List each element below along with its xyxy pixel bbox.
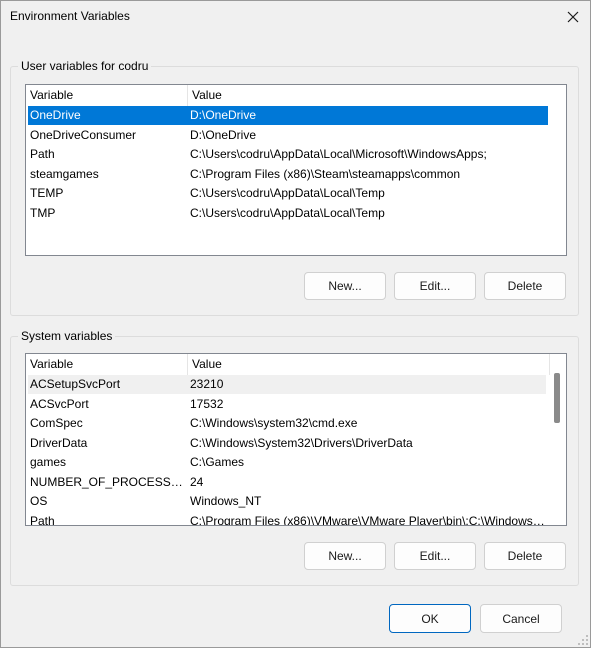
window-title: Environment Variables: [10, 9, 130, 23]
system-variables-label: System variables: [18, 329, 116, 343]
variable-value-cell: C:\Users\codru\AppData\Local\Microsoft\W…: [190, 147, 487, 161]
variable-row[interactable]: TMP C:\Users\codru\AppData\Local\Temp: [28, 204, 548, 223]
system-list-scrollbar[interactable]: [550, 354, 566, 525]
variable-name-cell: OneDriveConsumer: [30, 127, 137, 142]
variable-name-cell: ACSetupSvcPort: [30, 377, 121, 391]
variable-name-cell: OS: [30, 494, 48, 508]
scrollbar-thumb[interactable]: [554, 373, 560, 423]
variable-name-cell: OneDrive: [30, 108, 81, 122]
variable-value-cell: 23210: [190, 377, 224, 391]
variable-value-cell: C:\Games: [190, 455, 245, 469]
user-variables-list[interactable]: Variable Value OneDrive D:\OneDrive OneDri…: [25, 84, 567, 256]
variable-row[interactable]: TEMP C:\Users\codru\AppData\Local\Temp: [28, 184, 548, 203]
variable-value-cell: D:\OneDrive: [190, 108, 257, 122]
variable-name-cell: NUMBER_OF_PROCESSORS: [30, 474, 188, 489]
variable-row[interactable]: OneDrive D:\OneDrive: [28, 106, 548, 125]
variable-row[interactable]: ACSetupSvcPort 23210: [28, 375, 546, 394]
user-edit-button[interactable]: Edit...: [394, 272, 476, 300]
variable-row[interactable]: steamgames C:\Program Files (x86)\Steam\s…: [28, 165, 548, 184]
column-header-value[interactable]: Value: [188, 85, 566, 106]
system-list-header: Variable Value: [26, 354, 550, 375]
system-edit-button[interactable]: Edit...: [394, 542, 476, 570]
title-bar[interactable]: Environment Variables: [1, 1, 590, 33]
variable-value-cell: 17532: [190, 396, 224, 411]
cancel-button[interactable]: Cancel: [480, 604, 562, 633]
close-icon: [567, 11, 579, 23]
variable-name-cell: steamgames: [30, 166, 99, 181]
variable-row[interactable]: Path C:\Users\codru\AppData\Local\Microso…: [28, 145, 548, 164]
variable-value-cell: D:\OneDrive: [190, 127, 257, 142]
column-header-variable[interactable]: Variable: [26, 85, 188, 106]
variable-value-cell: C:\Program Files (x86)\VMware\VMware Pla…: [190, 513, 546, 526]
system-variables-list[interactable]: Variable Value ACSetupSvcPort 23210 ACSvcP…: [25, 353, 567, 526]
user-variables-label: User variables for codru: [18, 59, 152, 73]
ok-button[interactable]: OK: [389, 604, 471, 633]
variable-value-cell: C:\Program Files (x86)\Steam\steamapps\c…: [190, 166, 461, 181]
variable-value-cell: C:\Users\codru\AppData\Local\Temp: [190, 186, 385, 200]
variable-name-cell: TMP: [30, 205, 56, 220]
variable-name-cell: TEMP: [30, 186, 64, 200]
variable-value-cell: Windows_NT: [190, 494, 262, 508]
column-header-value[interactable]: Value: [188, 354, 550, 375]
variable-row[interactable]: ComSpec C:\Windows\system32\cmd.exe: [28, 414, 546, 433]
variable-name-cell: Path: [30, 513, 55, 526]
column-header-variable[interactable]: Variable: [26, 354, 188, 375]
variable-name-cell: ComSpec: [30, 416, 83, 430]
variable-value-cell: C:\Windows\system32\cmd.exe: [190, 416, 358, 430]
user-list-header: Variable Value: [26, 85, 566, 106]
variable-name-cell: games: [30, 455, 67, 469]
close-button[interactable]: [556, 1, 590, 33]
variable-name-cell: Path: [30, 147, 55, 161]
variable-row[interactable]: NUMBER_OF_PROCESSORS 24: [28, 473, 546, 492]
variable-value-cell: C:\Users\codru\AppData\Local\Temp: [190, 205, 385, 220]
variable-value-cell: C:\Windows\System32\Drivers\DriverData: [190, 435, 413, 450]
variable-row[interactable]: OneDriveConsumer D:\OneDrive: [28, 126, 548, 145]
variable-row[interactable]: OS Windows_NT: [28, 492, 546, 511]
variable-row[interactable]: games C:\Games: [28, 453, 546, 472]
variable-name-cell: ACSvcPort: [30, 396, 89, 411]
variable-name-cell: DriverData: [30, 435, 88, 450]
variable-row[interactable]: ACSvcPort 17532: [28, 395, 546, 414]
environment-variables-dialog: Environment Variables User variables for…: [0, 0, 591, 648]
user-delete-button[interactable]: Delete: [484, 272, 566, 300]
system-delete-button[interactable]: Delete: [484, 542, 566, 570]
system-new-button[interactable]: New...: [304, 542, 386, 570]
resize-grip-icon[interactable]: [577, 634, 589, 646]
variable-row[interactable]: DriverData C:\Windows\System32\Drivers\Dr…: [28, 434, 546, 453]
variable-value-cell: 24: [190, 474, 204, 489]
variable-row[interactable]: Path C:\Program Files (x86)\VMware\VMware…: [28, 512, 546, 526]
user-new-button[interactable]: New...: [304, 272, 386, 300]
